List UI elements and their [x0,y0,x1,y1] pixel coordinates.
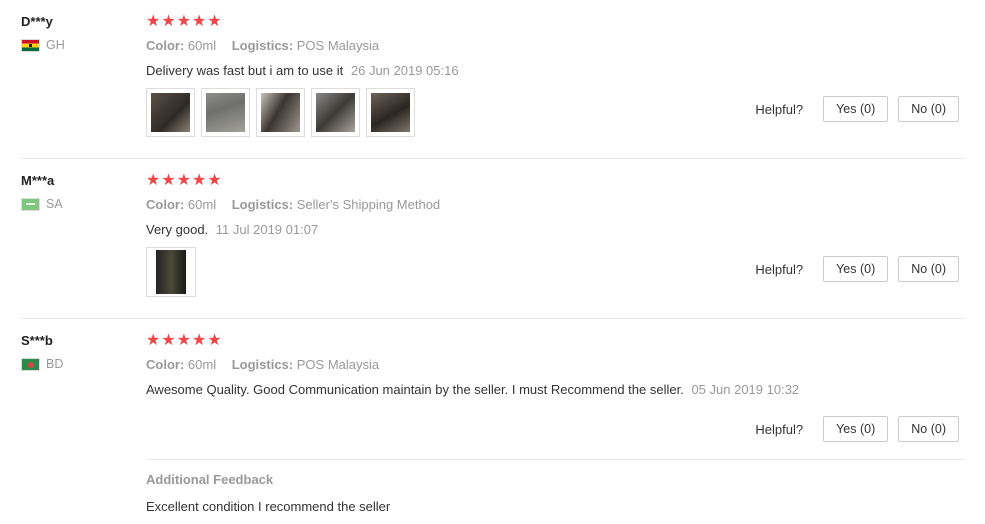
review-date: 11 Jul 2019 01:07 [215,222,319,237]
review-date: 05 Jun 2019 10:32 [691,382,800,397]
star-icon: ★ [192,13,207,30]
star-icon: ★ [161,13,176,30]
star-icon: ★ [146,172,161,189]
logistics-value: POS Malaysia [296,357,380,372]
helpful-yes-button[interactable]: Yes (0) [823,416,889,442]
helpful-no-button[interactable]: No (0) [898,416,959,442]
product-photo [151,93,190,132]
star-icon: ★ [161,332,176,349]
review-meta: Color: 60ml Logistics: POS Malaysia [146,37,985,55]
helpful-section: Helpful? Yes (0) No (0) [755,256,959,282]
reviewer-name: M***a [21,173,55,188]
logistics-value: POS Malaysia [296,38,380,53]
product-photo [316,93,355,132]
logistics-label: Logistics: [231,357,294,372]
reviewer-info: M***a SA [0,159,146,319]
star-icon: ★ [176,13,192,30]
reviewer-country: GH [21,38,146,52]
review-body: Awesome Quality. Good Communication main… [146,382,684,397]
helpful-label: Helpful? [755,261,804,277]
review-item: S***b BD ★ ★ ★ ★ ★ Color: 60ml Logistics… [0,319,985,524]
review-text: Delivery was fast but i am to use it 26 … [146,62,985,80]
star-icon: ★ [146,332,161,349]
helpful-no-button[interactable]: No (0) [898,256,959,282]
country-code: GH [46,38,65,52]
star-icon: ★ [192,172,207,189]
helpful-yes-button[interactable]: Yes (0) [823,256,889,282]
review-image-thumbnail[interactable] [146,88,195,137]
helpful-section: Helpful? Yes (0) No (0) [755,96,959,122]
review-image-thumbnail[interactable] [201,88,250,137]
review-body: Delivery was fast but i am to use it [146,63,344,78]
product-photo [371,93,410,132]
ghana-flag-icon [21,38,40,52]
saudi-arabia-flag-icon [21,197,40,211]
color-label: Color: [146,197,185,212]
additional-feedback: Additional Feedback Excellent condition … [146,459,965,514]
review-content: ★ ★ ★ ★ ★ Color: 60ml Logistics: POS Mal… [146,0,985,159]
review-meta: Color: 60ml Logistics: POS Malaysia [146,356,985,374]
review-image-thumbnail[interactable] [366,88,415,137]
logistics-value: Seller's Shipping Method [296,197,441,212]
star-icon: ★ [192,332,207,349]
reviewer-info: S***b BD [0,319,146,524]
review-item: M***a SA ★ ★ ★ ★ ★ Color: 60ml Logistics… [0,159,985,319]
color-value: 60ml [187,197,217,212]
product-photo [261,93,300,132]
star-icon: ★ [176,172,192,189]
country-code: BD [46,357,64,371]
star-icon: ★ [161,172,176,189]
helpful-yes-button[interactable]: Yes (0) [823,96,889,122]
star-icon: ★ [207,172,222,189]
reviewer-info: D***y GH [0,0,146,159]
star-rating: ★ ★ ★ ★ ★ [146,333,985,349]
color-value: 60ml [187,38,217,53]
logistics-label: Logistics: [231,197,294,212]
review-date: 26 Jun 2019 05:16 [350,63,459,78]
review-content: ★ ★ ★ ★ ★ Color: 60ml Logistics: POS Mal… [146,319,985,524]
star-icon: ★ [207,13,222,30]
product-photo [206,93,245,132]
star-icon: ★ [207,332,222,349]
review-text: Very good. 11 Jul 2019 01:07 [146,221,985,239]
color-label: Color: [146,357,185,372]
reviewer-name: S***b [21,333,53,348]
review-image-thumbnail[interactable] [311,88,360,137]
review-image-thumbnail[interactable] [256,88,305,137]
star-rating: ★ ★ ★ ★ ★ [146,14,985,30]
review-content: ★ ★ ★ ★ ★ Color: 60ml Logistics: Seller'… [146,159,985,319]
star-icon: ★ [176,332,192,349]
reviewer-country: BD [21,357,146,371]
reviewer-country: SA [21,197,146,211]
logistics-label: Logistics: [231,38,294,53]
star-rating: ★ ★ ★ ★ ★ [146,173,985,189]
star-icon: ★ [146,13,161,30]
review-image-thumbnail[interactable] [146,247,196,297]
reviewer-name: D***y [21,14,53,29]
color-value: 60ml [187,357,217,372]
product-photo [156,250,186,294]
review-body: Very good. [146,222,209,237]
helpful-section: Helpful? Yes (0) No (0) [755,416,959,442]
review-text: Awesome Quality. Good Communication main… [146,381,985,399]
helpful-label: Helpful? [755,421,804,437]
additional-feedback-title: Additional Feedback [146,472,274,487]
country-code: SA [46,197,63,211]
helpful-label: Helpful? [755,101,804,117]
additional-feedback-text: Excellent condition I recommend the sell… [146,499,391,514]
color-label: Color: [146,38,185,53]
review-item: D***y GH ★ ★ ★ ★ ★ Color: 60ml Logistics… [0,0,985,159]
bangladesh-flag-icon [21,357,40,371]
helpful-no-button[interactable]: No (0) [898,96,959,122]
review-meta: Color: 60ml Logistics: Seller's Shipping… [146,196,985,214]
